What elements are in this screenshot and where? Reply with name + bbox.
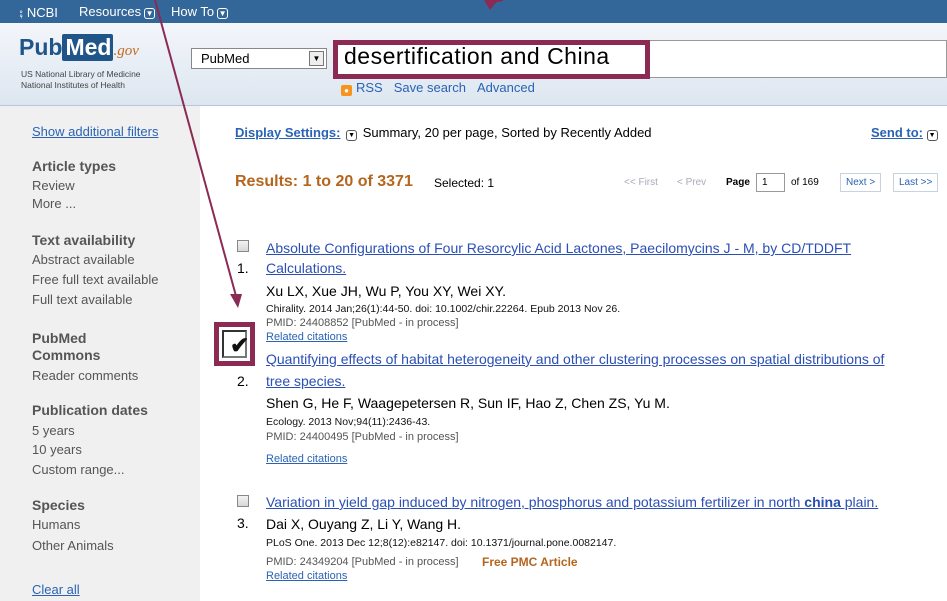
filter-reader-comments[interactable]: Reader comments (32, 368, 138, 383)
ncbi-logo-icon: ⨟ (19, 4, 24, 20)
nlm-label: US National Library of Medicine (21, 69, 141, 79)
search-highlight-box (333, 40, 650, 79)
display-settings-link[interactable]: Display Settings: (235, 125, 340, 140)
result-2-checkbox[interactable]: ✔ (214, 322, 255, 366)
pubmed-header: Pub Med .gov US National Library of Medici… (0, 23, 947, 106)
result-3-authors: Dai X, Ouyang Z, Li Y, Wang H. (266, 516, 462, 532)
result-1-number: 1. (237, 260, 249, 276)
result-1-related-citations[interactable]: Related citations (266, 331, 347, 343)
result-1-checkbox[interactable] (237, 240, 249, 252)
result-3-title-text: Variation in yield gap induced by nitrog… (266, 494, 805, 510)
result-3-related-citations[interactable]: Related citations (266, 570, 347, 582)
filter-5-years[interactable]: 5 years (32, 423, 75, 438)
arrow-head-checkbox-icon (230, 294, 242, 308)
pubmed-logo[interactable]: Pub Med .gov (19, 34, 139, 61)
result-2-title-line2[interactable]: tree species. (266, 373, 345, 389)
ncbi-label: NCBI (26, 5, 58, 20)
chevron-down-icon[interactable]: ▼ (926, 130, 938, 141)
ncbi-top-bar: ⨟ NCBI Resources ▼ How To ▼ (0, 0, 947, 23)
checkmark-icon: ✔ (230, 332, 250, 358)
result-3-free-pmc-link[interactable]: Free PMC Article (482, 555, 578, 569)
dropdown-arrow-icon: ▼ (309, 51, 324, 66)
result-1-title-line2[interactable]: Calculations. (266, 260, 346, 276)
result-2-related-citations[interactable]: Related citations (266, 453, 347, 465)
text-availability-heading: Text availability (32, 232, 136, 248)
result-2-title[interactable]: Quantifying effects of habitat heterogen… (266, 351, 884, 367)
pager-last-button[interactable]: Last >> (893, 173, 939, 192)
filters-sidebar: Show additional filters Article types Re… (0, 106, 200, 601)
species-heading: Species (32, 497, 85, 513)
selected-count: Selected: 1 (434, 176, 495, 190)
publication-dates-heading: Publication dates (32, 402, 148, 418)
pager-prev[interactable]: < Prev (677, 177, 706, 188)
page-number-input[interactable]: 1 (756, 173, 785, 192)
result-1-citation: Chirality. 2014 Jan;26(1):44-50. doi: 10… (266, 303, 621, 315)
result-1-title[interactable]: Absolute Configurations of Four Resorcyl… (266, 240, 851, 256)
nih-label: National Institutes of Health (21, 80, 125, 90)
rss-icon: ● (341, 85, 352, 96)
display-settings-value: Summary, 20 per page, Sorted by Recently… (362, 125, 652, 140)
filter-full-text[interactable]: Full text available (32, 292, 132, 307)
pager-page-label: Page (726, 177, 750, 188)
database-value: PubMed (201, 51, 250, 66)
result-3-title-end: plain. (840, 494, 879, 510)
advanced-link[interactable]: Advanced (477, 80, 535, 95)
pubmed-commons-heading: PubMed (32, 330, 87, 346)
howto-label: How To (171, 4, 215, 19)
result-3-title[interactable]: Variation in yield gap induced by nitrog… (266, 494, 878, 510)
logo-pub-text: Pub (19, 34, 63, 60)
display-settings: Display Settings: ▼ Summary, 20 per page… (235, 125, 652, 141)
chevron-down-icon: ▼ (144, 8, 156, 19)
search-actions: ● RSS Save search Advanced (341, 80, 546, 96)
howto-menu[interactable]: How To ▼ (171, 4, 229, 19)
chevron-down-icon[interactable]: ▼ (346, 130, 358, 141)
filter-custom-range[interactable]: Custom range... (32, 462, 125, 477)
chevron-down-icon: ▼ (217, 8, 229, 19)
results-count: Results: 1 to 20 of 3371 (235, 173, 413, 190)
result-1-authors: Xu LX, Xue JH, Wu P, You XY, Wei XY. (266, 283, 506, 299)
article-types-heading: Article types (32, 158, 117, 174)
filter-review[interactable]: Review (32, 178, 75, 193)
database-select[interactable]: PubMed ▼ (191, 48, 327, 69)
result-3-number: 3. (237, 515, 249, 531)
checkbox-inner: ✔ (222, 330, 250, 358)
filter-abstract-available[interactable]: Abstract available (32, 252, 135, 267)
result-2-pmid: PMID: 24400495 [PubMed - in process] (266, 431, 459, 443)
filter-10-years[interactable]: 10 years (32, 442, 82, 457)
filter-more[interactable]: More ... (32, 196, 76, 211)
result-3-checkbox[interactable] (237, 495, 249, 507)
result-3-title-match: china (804, 494, 841, 510)
result-2-authors: Shen G, He F, Waagepetersen R, Sun IF, H… (266, 395, 670, 411)
resources-label: Resources (79, 4, 142, 19)
show-additional-filters-link[interactable]: Show additional filters (32, 124, 158, 139)
result-3-citation: PLoS One. 2013 Dec 12;8(12):e82147. doi:… (266, 537, 617, 549)
result-2-number: 2. (237, 373, 249, 389)
resources-menu[interactable]: Resources ▼ (79, 4, 156, 19)
send-to-link[interactable]: Send to: (871, 125, 923, 140)
result-1-pmid: PMID: 24408852 [PubMed - in process] (266, 317, 459, 329)
result-2-citation: Ecology. 2013 Nov;94(11):2436-43. (266, 416, 431, 428)
filter-free-full-text[interactable]: Free full text available (32, 272, 158, 287)
pager-first[interactable]: << First (624, 177, 658, 188)
rss-link[interactable]: RSS (356, 80, 383, 95)
filter-other-animals[interactable]: Other Animals (32, 538, 114, 553)
ncbi-home-link[interactable]: ⨟ NCBI (19, 4, 58, 21)
result-3-pmid: PMID: 24349204 [PubMed - in process] (266, 556, 459, 568)
pubmed-commons-heading-2: Commons (32, 347, 101, 363)
clear-all-link[interactable]: Clear all (32, 582, 80, 597)
logo-med-text: Med (62, 34, 114, 61)
send-to-menu[interactable]: Send to: ▼ (871, 125, 938, 141)
save-search-link[interactable]: Save search (394, 80, 466, 95)
pager-of-pages: of 169 (791, 177, 819, 188)
logo-gov-text: .gov (113, 43, 139, 59)
pager-next-button[interactable]: Next > (840, 173, 882, 192)
filter-humans[interactable]: Humans (32, 517, 80, 532)
